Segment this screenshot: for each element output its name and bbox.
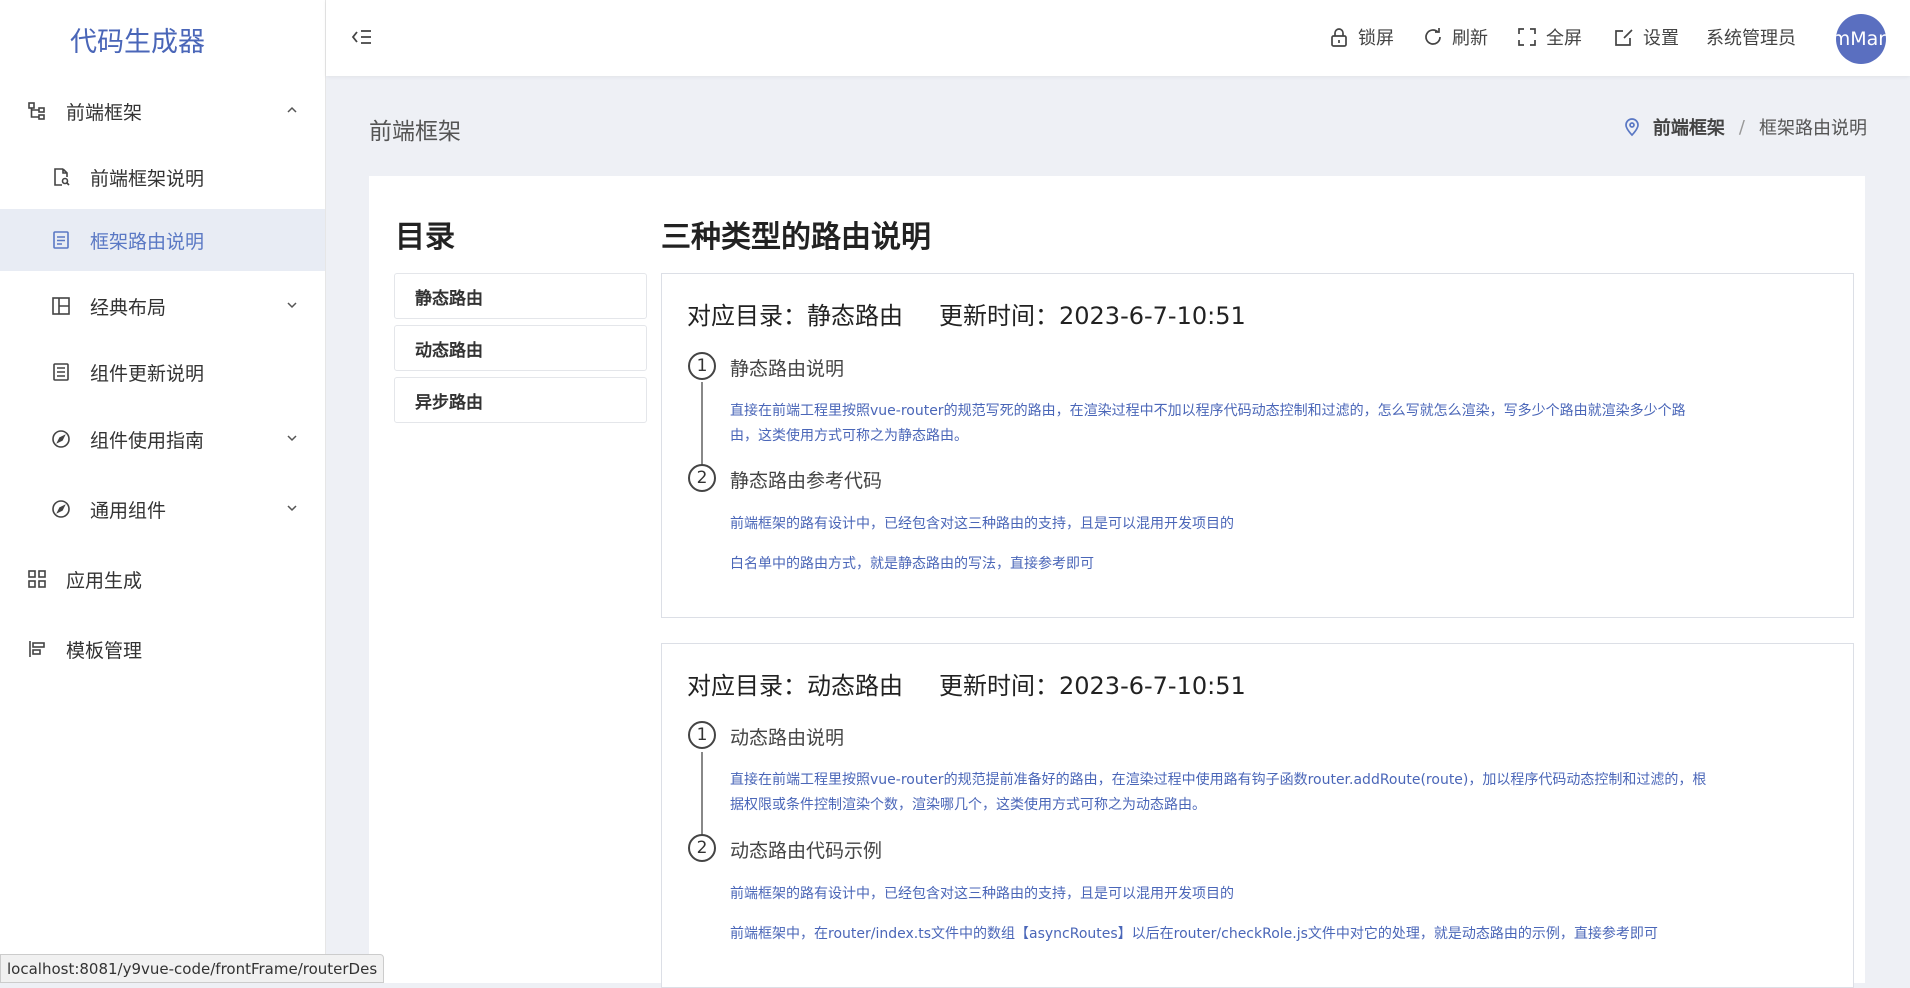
step-text: 直接在前端工程里按照vue-router的规范写死的路由，在渲染过程中不加以程序… xyxy=(730,403,1686,444)
user-name[interactable]: 系统管理员 xyxy=(1706,24,1796,50)
refresh-label: 刷新 xyxy=(1452,28,1488,49)
sidebar-item-component-guide[interactable]: 组件使用指南 xyxy=(0,408,325,470)
step-text: 前端框架的路有设计中，已经包含对这三种路由的支持，且是可以混用开发项目的 xyxy=(730,886,1234,902)
sidebar-item-label: 框架路由说明 xyxy=(90,230,205,253)
sidebar-item-app-generation[interactable]: 应用生成 xyxy=(0,548,325,610)
sidebar-item-classic-layout[interactable]: 经典布局 xyxy=(0,275,325,337)
step-text: 白名单中的路由方式，就是静态路由的写法，直接参考即可 xyxy=(730,556,1094,572)
chevron-down-icon xyxy=(285,428,299,450)
location-pin-icon xyxy=(1625,118,1639,137)
breadcrumb: 前端框架 / 框架路由说明 xyxy=(1623,114,1867,140)
toc-item-async-route[interactable]: 异步路由 xyxy=(394,377,647,423)
compass-icon xyxy=(50,498,72,520)
sidebar-item-label: 组件使用指南 xyxy=(90,429,205,452)
step-title: 动态路由代码示例 xyxy=(730,840,883,862)
toc-item-dynamic-route[interactable]: 动态路由 xyxy=(394,325,647,371)
step-title: 静态路由参考代码 xyxy=(730,470,883,492)
route-section-card-dynamic: 对应目录：动态路由 更新时间：2023-6-7-10:51 1 动态路由说明 直接… xyxy=(661,643,1854,988)
route-section-card-static: 对应目录：静态路由 更新时间：2023-6-7-10:51 1 静态路由说明 直接… xyxy=(661,273,1854,618)
card-catalog: 对应目录：静态路由 xyxy=(687,302,903,330)
sidebar-item-common-components[interactable]: 通用组件 xyxy=(0,478,325,540)
lock-screen-label: 锁屏 xyxy=(1358,28,1394,49)
steps-connector-line xyxy=(701,752,703,844)
sidebar-item-label: 模板管理 xyxy=(66,639,143,662)
settings-label: 设置 xyxy=(1643,28,1679,49)
sidebar-item-label: 组件更新说明 xyxy=(90,362,205,385)
layout-icon xyxy=(50,295,72,317)
sidebar-item-component-updates[interactable]: 组件更新说明 xyxy=(0,341,325,403)
toc-item-static-route[interactable]: 静态路由 xyxy=(394,273,647,319)
browser-status-url: localhost:8081/y9vue-code/frontFrame/rou… xyxy=(0,954,385,983)
step-number-badge: 1 xyxy=(688,352,716,380)
sidebar-item-label: 经典布局 xyxy=(90,296,167,319)
steps-connector-line xyxy=(701,382,703,474)
refresh-icon xyxy=(1425,28,1441,45)
compass-icon xyxy=(50,428,72,450)
step-text: 前端框架的路有设计中，已经包含对这三种路由的支持，且是可以混用开发项目的 xyxy=(730,516,1234,532)
grid-icon xyxy=(26,568,48,590)
document-icon xyxy=(50,361,72,383)
sidebar-item-label: 应用生成 xyxy=(66,569,143,592)
sidebar-item-label: 前端框架 xyxy=(66,101,143,124)
card-updated-time: 更新时间：2023-6-7-10:51 xyxy=(939,672,1246,700)
chevron-down-icon xyxy=(285,498,299,520)
chevron-up-icon xyxy=(285,100,299,122)
card-updated-time: 更新时间：2023-6-7-10:51 xyxy=(939,302,1246,330)
fullscreen-label: 全屏 xyxy=(1546,28,1582,49)
fullscreen-icon xyxy=(1518,28,1536,46)
sidebar-item-label: 前端框架说明 xyxy=(90,167,205,190)
card-header: 对应目录：静态路由 更新时间：2023-6-7-10:51 xyxy=(687,296,1246,331)
page-title: 前端框架 xyxy=(369,119,461,145)
step-title: 动态路由说明 xyxy=(730,727,845,749)
top-header: 锁屏 刷新 全屏 设置 系统管理员 mMan xyxy=(326,0,1910,76)
collapse-sidebar-icon[interactable] xyxy=(351,26,373,52)
doc-title: 三种类型的路由说明 xyxy=(661,220,931,255)
card-header: 对应目录：动态路由 更新时间：2023-6-7-10:51 xyxy=(687,666,1246,701)
sidebar-item-label: 通用组件 xyxy=(90,499,167,522)
sidebar-item-frontend-framework[interactable]: 前端框架 xyxy=(0,80,325,142)
card-catalog: 对应目录：动态路由 xyxy=(687,672,903,700)
step-number-badge: 2 xyxy=(688,834,716,862)
document-list-icon xyxy=(50,229,72,251)
document-search-icon xyxy=(50,166,72,188)
fullscreen-button[interactable]: 全屏 xyxy=(1516,24,1582,50)
step-title: 静态路由说明 xyxy=(730,358,845,380)
toc-title: 目录 xyxy=(395,220,455,255)
template-icon xyxy=(26,638,48,660)
app-logo-title[interactable]: 代码生成器 xyxy=(0,0,325,78)
breadcrumb-current: 框架路由说明 xyxy=(1759,118,1867,139)
step-number-badge: 1 xyxy=(688,721,716,749)
sidebar-item-router-doc[interactable]: 框架路由说明 xyxy=(0,209,325,271)
sidebar-item-template-management[interactable]: 模板管理 xyxy=(0,618,325,680)
chevron-down-icon xyxy=(285,295,299,317)
refresh-button[interactable]: 刷新 xyxy=(1422,24,1488,50)
avatar[interactable]: mMan xyxy=(1836,14,1886,64)
breadcrumb-separator: / xyxy=(1738,116,1745,138)
sidebar: 代码生成器 前端框架 前端框架说明 框架路由说明 经典布局 组件更新说明 组件使… xyxy=(0,0,326,983)
settings-button[interactable]: 设置 xyxy=(1613,24,1679,50)
edit-settings-icon xyxy=(1615,29,1633,46)
step-text: 前端框架中，在router/index.ts文件中的数组【asyncRoutes… xyxy=(730,926,1658,942)
step-number-badge: 2 xyxy=(688,464,716,492)
sidebar-item-frontend-framework-doc[interactable]: 前端框架说明 xyxy=(0,146,325,208)
lock-icon xyxy=(1331,28,1347,47)
lock-screen-button[interactable]: 锁屏 xyxy=(1328,24,1394,50)
tree-structure-icon xyxy=(26,100,48,122)
breadcrumb-parent[interactable]: 前端框架 xyxy=(1653,114,1725,140)
step-text: 直接在前端工程里按照vue-router的规范提前准备好的路由，在渲染过程中使用… xyxy=(730,772,1707,813)
